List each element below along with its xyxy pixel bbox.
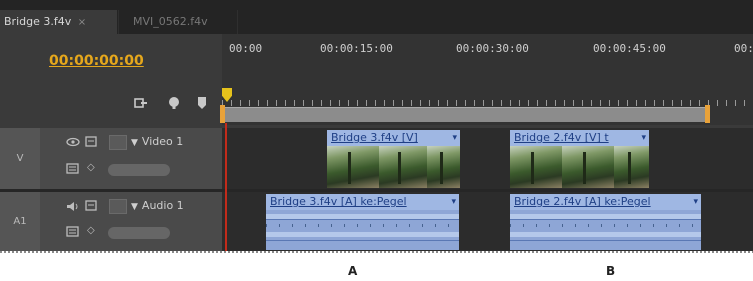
keyframe-icon[interactable]: ◇ — [87, 225, 95, 236]
display-style-icon[interactable] — [66, 163, 79, 177]
display-style-icon[interactable] — [66, 226, 79, 240]
clip-title: Bridge 2.f4v [A] ke:Pegel ▾ — [510, 194, 701, 210]
bottom-dotted-divider — [0, 251, 753, 253]
video-clip-b[interactable]: Bridge 2.f4v [V] t ▾ — [510, 130, 649, 188]
track-lock-toggle[interactable] — [109, 135, 127, 150]
tab-label: Bridge 3.f4v — [4, 15, 72, 28]
video-track-name[interactable]: ▼ Video 1 — [131, 135, 183, 148]
timeline-panel: Bridge 3.f4v × MVI_0562.f4v 00:00:00:00 … — [0, 0, 753, 251]
thumbnail — [510, 146, 563, 188]
tab-mvi-0562[interactable]: MVI_0562.f4v — [118, 10, 238, 34]
thumbnail — [327, 146, 380, 188]
track-id-video[interactable]: V — [0, 128, 40, 189]
playhead-timecode[interactable]: 00:00:00:00 — [49, 53, 144, 69]
clip-menu-icon[interactable]: ▾ — [451, 194, 456, 210]
keyframe-navigator[interactable] — [108, 164, 170, 176]
clip-name: Bridge 2.f4v [A] ke:Pegel — [514, 195, 651, 208]
eye-icon[interactable] — [66, 137, 80, 150]
timeline-header-controls — [0, 34, 222, 125]
speaker-icon[interactable] — [66, 201, 80, 215]
tab-bridge-3[interactable]: Bridge 3.f4v × — [0, 10, 117, 34]
clip-thumbnails — [510, 146, 649, 188]
track-name-label: Video 1 — [141, 135, 184, 148]
keyframe-icon[interactable]: ◇ — [87, 162, 95, 173]
clip-menu-icon[interactable]: ▾ — [693, 194, 698, 210]
clip-menu-icon[interactable]: ▾ — [641, 130, 646, 146]
sync-lock-icon[interactable] — [85, 136, 97, 150]
clip-name: Bridge 3.f4v [V] — [331, 131, 418, 144]
ruler-label: 00:00:30:00 — [456, 42, 529, 55]
sync-lock-icon[interactable] — [85, 200, 97, 214]
thumbnail — [562, 146, 615, 188]
add-marker-icon[interactable] — [167, 96, 181, 114]
work-area-bar[interactable] — [224, 107, 707, 122]
close-icon[interactable]: × — [78, 17, 86, 28]
track-id-audio[interactable]: A1 — [0, 192, 40, 251]
snap-icon[interactable] — [134, 96, 148, 114]
clip-title: Bridge 2.f4v [V] t ▾ — [510, 130, 649, 146]
clip-menu-icon[interactable]: ▾ — [452, 130, 457, 146]
clip-thumbnails — [327, 146, 460, 188]
audio-clip-a[interactable]: Bridge 3.f4v [A] ke:Pegel ▾ — [266, 194, 459, 250]
audio-track-name[interactable]: ▼ Audio 1 — [131, 199, 184, 212]
audio-clip-b[interactable]: Bridge 2.f4v [A] ke:Pegel ▾ — [510, 194, 701, 250]
track-name-label: Audio 1 — [141, 199, 184, 212]
chevron-down-icon[interactable]: ▼ — [131, 202, 138, 212]
tab-label: MVI_0562.f4v — [133, 15, 208, 28]
video-clip-a[interactable]: Bridge 3.f4v [V] ▾ — [327, 130, 460, 188]
work-area-end-handle[interactable] — [705, 105, 710, 123]
ruler-label: 00:00 — [229, 42, 263, 55]
thumbnail — [614, 146, 649, 188]
thumbnail — [427, 146, 460, 188]
clip-title: Bridge 3.f4v [V] ▾ — [327, 130, 460, 146]
ruler-label: 00:00:15:00 — [320, 42, 393, 55]
playhead-line — [225, 123, 227, 251]
ruler-label: 00: — [734, 42, 753, 55]
ruler-label: 00:00:45:00 — [593, 42, 666, 55]
audio-waveform — [510, 210, 701, 250]
clip-name: Bridge 3.f4v [A] ke:Pegel — [270, 195, 407, 208]
marker-icon[interactable] — [197, 96, 207, 114]
ruler-ticks — [222, 100, 753, 106]
marker-label-a: A — [348, 264, 358, 278]
clip-name: Bridge 2.f4v [V] t — [514, 131, 609, 144]
audio-waveform — [266, 210, 459, 250]
work-area-start-handle[interactable] — [220, 105, 225, 123]
track-lock-toggle[interactable] — [109, 199, 127, 214]
video-track-lane[interactable] — [222, 128, 753, 189]
clip-title: Bridge 3.f4v [A] ke:Pegel ▾ — [266, 194, 459, 210]
tab-bar: Bridge 3.f4v × MVI_0562.f4v — [0, 0, 753, 34]
thumbnail — [379, 146, 428, 188]
chevron-down-icon[interactable]: ▼ — [131, 138, 138, 148]
keyframe-navigator[interactable] — [108, 227, 170, 239]
marker-label-b: B — [606, 264, 616, 278]
